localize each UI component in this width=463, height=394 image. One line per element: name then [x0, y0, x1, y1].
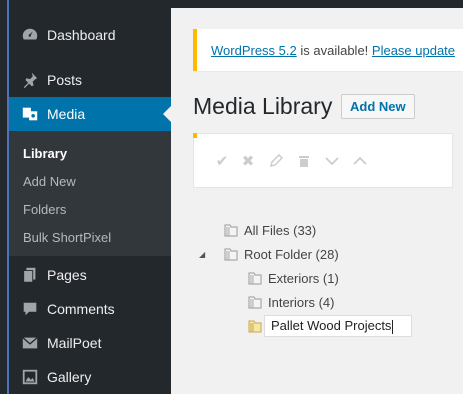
chevron-down-icon[interactable]	[323, 152, 341, 170]
submenu-add-new[interactable]: Add New	[23, 174, 76, 189]
admin-sidebar: Dashboard Posts Media Library Add New Fo…	[9, 0, 171, 394]
tree-item-root-folder[interactable]: Root Folder (28)	[223, 246, 339, 262]
sidebar-item-label: MailPoet	[47, 335, 102, 351]
sidebar-item-label: Pages	[47, 267, 87, 283]
media-icon	[19, 103, 41, 125]
folder-icon	[224, 224, 238, 237]
submenu-bulk-shortpixel[interactable]: Bulk ShortPixel	[23, 230, 111, 245]
tree-item-interiors[interactable]: Interiors (4)	[247, 294, 334, 310]
sidebar-item-dashboard[interactable]: Dashboard	[9, 18, 171, 52]
sidebar-item-label: Dashboard	[47, 27, 116, 43]
media-submenu: Library Add New Folders Bulk ShortPixel	[9, 131, 171, 256]
tree-item-label: Root Folder (28)	[244, 246, 339, 262]
dashboard-icon	[19, 24, 41, 46]
folder-toolbar: ✔ ✖	[193, 133, 453, 188]
folder-icon	[248, 296, 262, 309]
tree-item-label: All Files (33)	[244, 222, 317, 238]
new-folder-name-value: Pallet Wood Projects	[271, 318, 392, 333]
sidebar-item-label: Comments	[47, 301, 115, 317]
pin-icon	[19, 69, 41, 91]
tree-item-label: Exteriors (1)	[268, 270, 339, 286]
new-folder-name-input[interactable]: Pallet Wood Projects	[264, 315, 412, 337]
add-new-button[interactable]: Add New	[341, 94, 415, 119]
folder-icon	[248, 320, 262, 333]
sidebar-item-pages[interactable]: Pages	[9, 258, 171, 292]
trash-icon[interactable]	[295, 152, 313, 170]
collapse-triangle-icon[interactable]: ◢	[199, 250, 205, 259]
notice-text: is available!	[296, 42, 372, 58]
sidebar-item-comments[interactable]: Comments	[9, 292, 171, 326]
sidebar-item-mailpoet[interactable]: MailPoet	[9, 326, 171, 360]
sidebar-item-label: Posts	[47, 72, 83, 88]
comments-icon	[19, 298, 41, 320]
sidebar-item-label: Gallery	[47, 369, 92, 385]
pencil-icon[interactable]	[267, 152, 285, 170]
please-update-link[interactable]: Please update	[372, 43, 455, 58]
chevron-up-icon[interactable]	[351, 152, 369, 170]
page-title: Media Library	[193, 93, 333, 119]
sidebar-item-posts[interactable]: Posts	[9, 63, 171, 97]
admin-bar	[171, 0, 463, 8]
pages-icon	[19, 264, 41, 286]
folder-icon	[248, 272, 262, 285]
tree-item-all-files[interactable]: All Files (33)	[223, 222, 316, 238]
sidebar-item-media[interactable]: Media	[9, 97, 171, 131]
submenu-library[interactable]: Library	[23, 146, 67, 161]
check-icon[interactable]: ✔	[213, 152, 231, 170]
sidebar-item-gallery[interactable]: Gallery	[9, 360, 171, 394]
wordpress-version-link[interactable]: WordPress 5.2	[211, 43, 297, 58]
sidebar-item-label: Media	[47, 106, 86, 122]
tree-item-exteriors[interactable]: Exteriors (1)	[247, 270, 339, 286]
text-caret	[392, 319, 394, 334]
close-icon[interactable]: ✖	[239, 152, 257, 170]
update-notice: WordPress 5.2 is available! Please updat…	[193, 29, 463, 71]
tree-item-label: Interiors (4)	[268, 294, 335, 310]
mail-icon	[19, 332, 41, 354]
toolbar-accent	[193, 133, 197, 138]
gallery-icon	[19, 366, 41, 388]
folder-icon	[224, 248, 238, 261]
submenu-folders[interactable]: Folders	[23, 202, 66, 217]
